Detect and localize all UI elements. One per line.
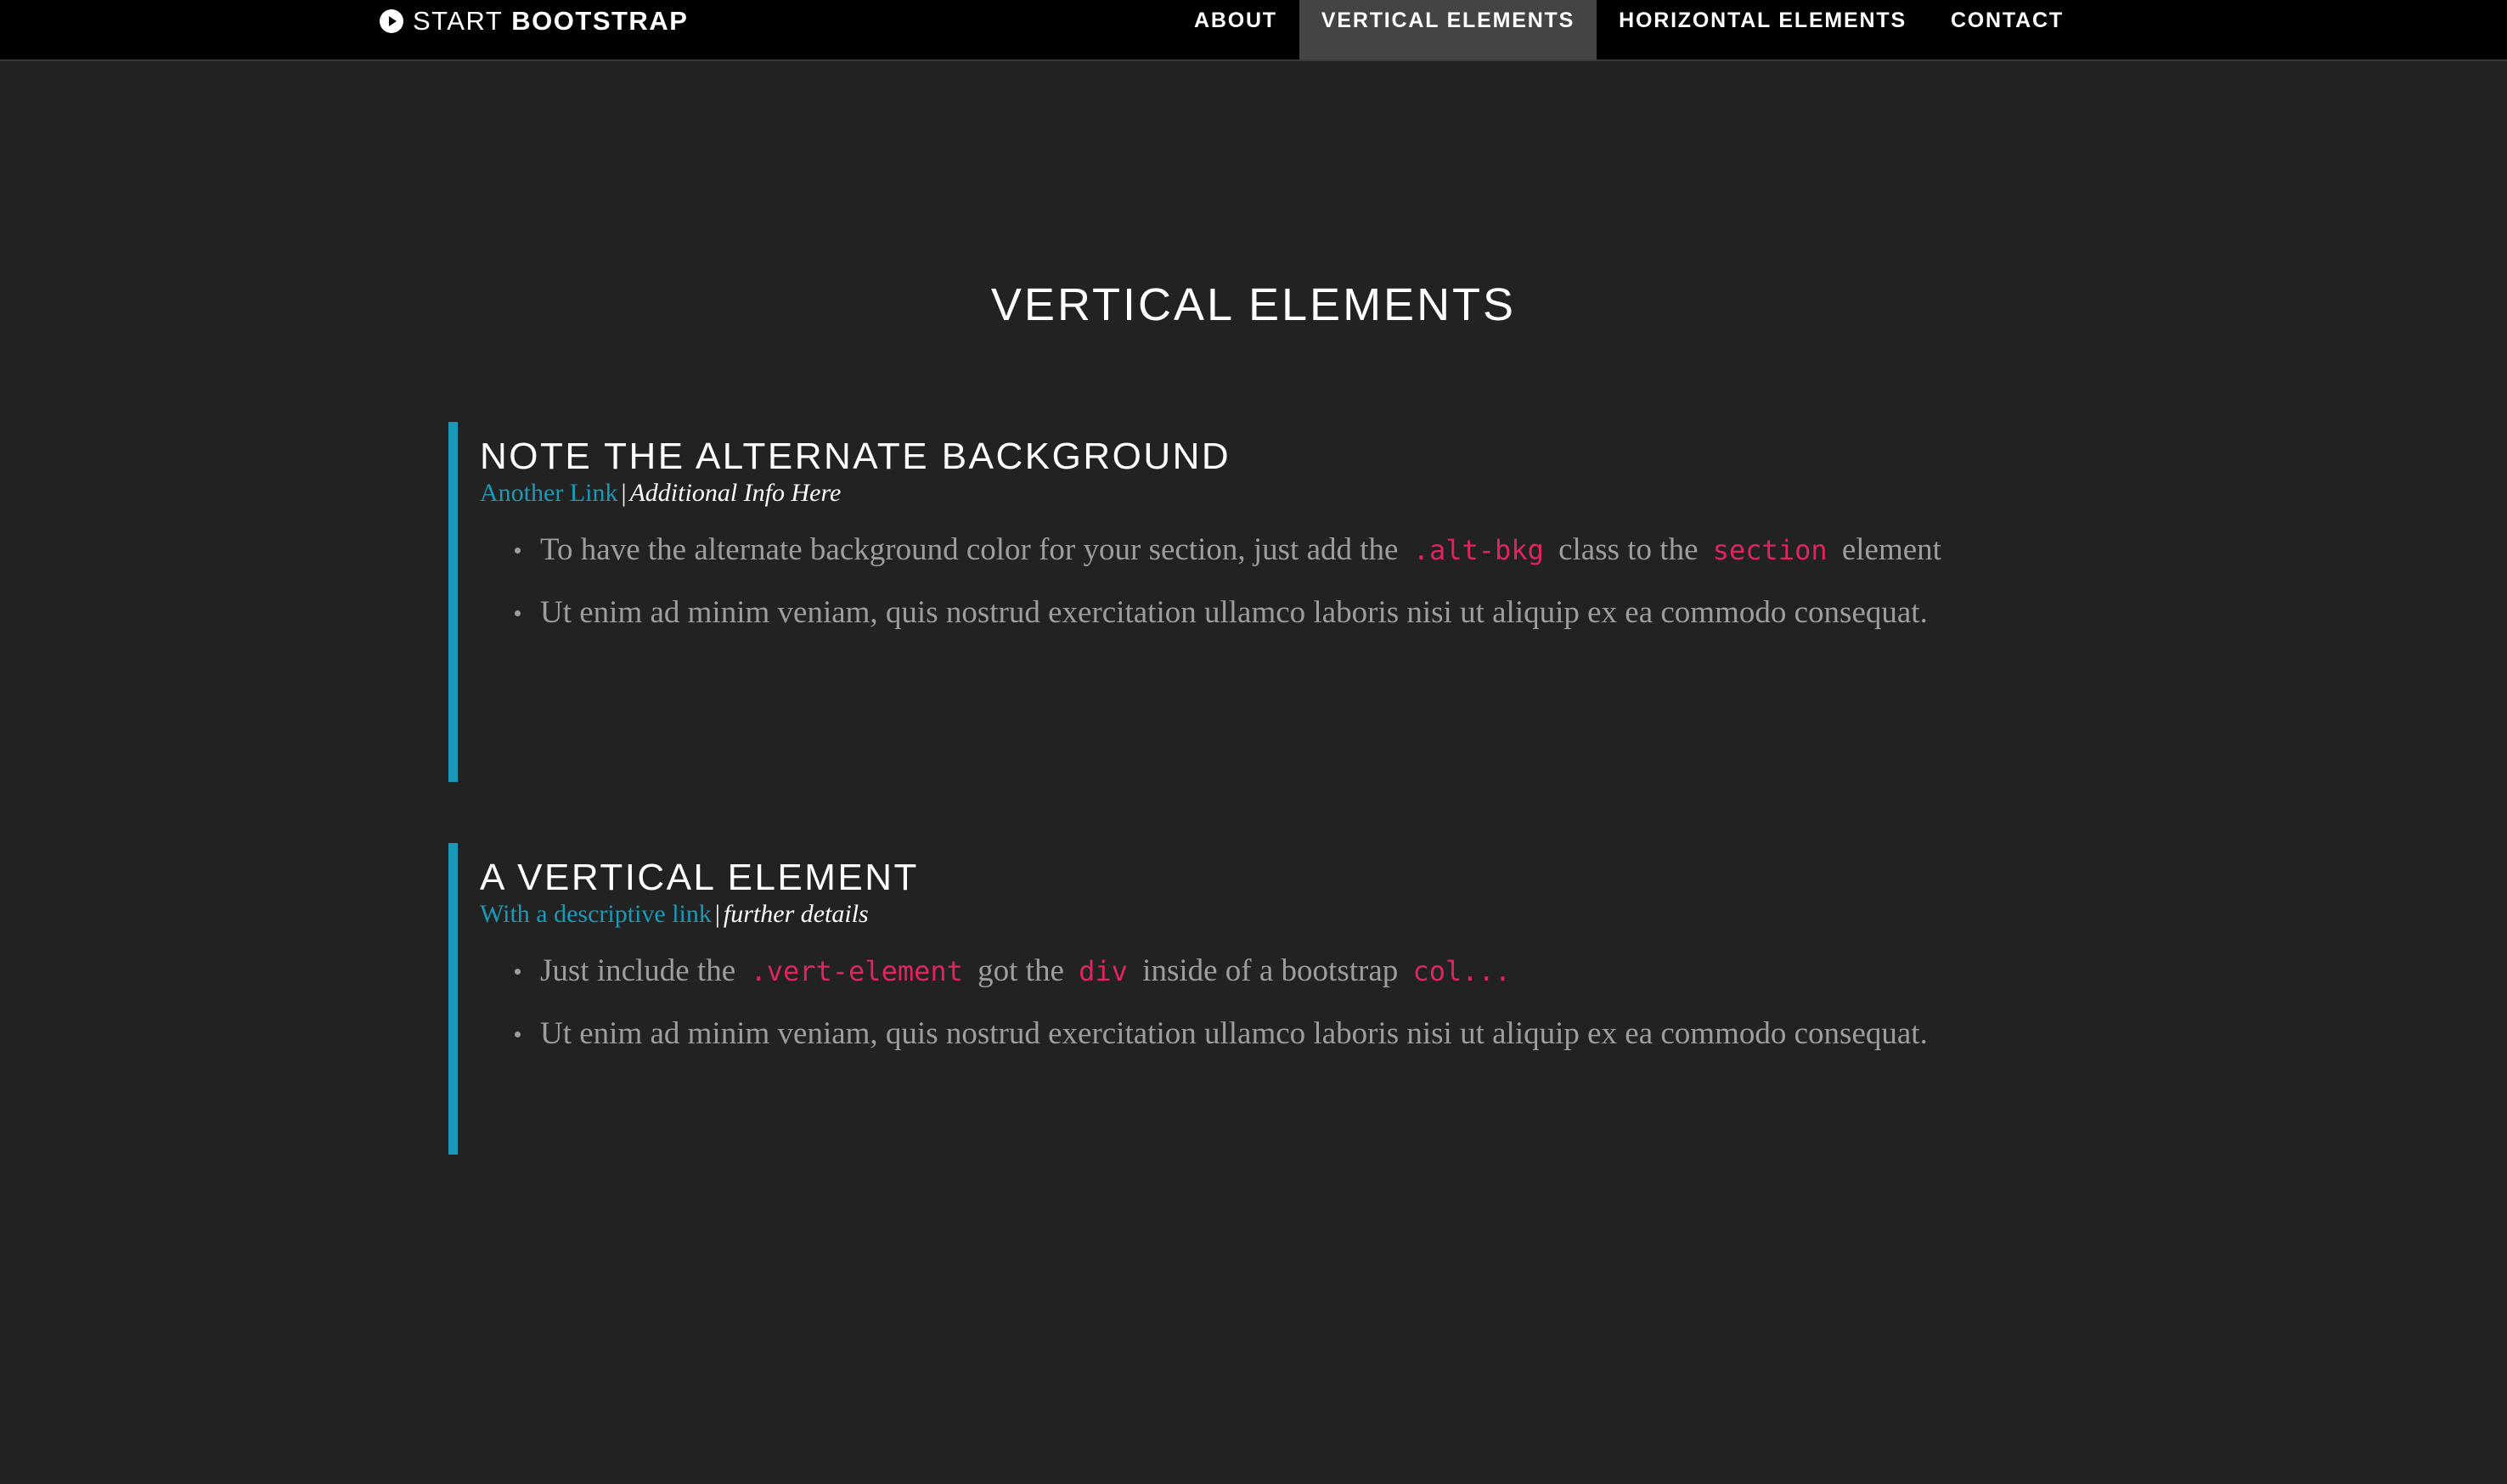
list-item: Ut enim ad minim veniam, quis nostrud ex… bbox=[515, 1009, 1950, 1058]
vertical-element-list: Just include the .vert-element got the d… bbox=[480, 947, 1994, 1058]
nav-menu: ABOUT VERTICAL ELEMENTS HORIZONTAL ELEME… bbox=[1172, 0, 2086, 59]
code-snippet: .alt-bkg bbox=[1412, 534, 1544, 566]
meta-separator: | bbox=[714, 900, 720, 928]
nav-item-about[interactable]: ABOUT bbox=[1172, 0, 1299, 59]
list-item-text: Ut enim ad minim veniam, quis nostrud ex… bbox=[540, 1016, 1928, 1051]
code-snippet: div bbox=[1079, 955, 1128, 987]
list-item-text: Just include the bbox=[540, 953, 744, 988]
list-item: Ut enim ad minim veniam, quis nostrud ex… bbox=[515, 588, 1950, 637]
nav-item-horizontal-elements[interactable]: HORIZONTAL ELEMENTS bbox=[1597, 0, 1929, 59]
brand-link[interactable]: START BOOTSTRAP bbox=[379, 0, 688, 42]
vertical-element-info: further details bbox=[723, 900, 869, 928]
nav-item-vertical-elements[interactable]: VERTICAL ELEMENTS bbox=[1299, 0, 1597, 59]
list-item: To have the alternate background color f… bbox=[515, 526, 1950, 575]
vertical-element: NOTE THE ALTERNATE BACKGROUND Another Li… bbox=[448, 422, 1994, 782]
section-title: VERTICAL ELEMENTS bbox=[990, 279, 1517, 330]
nav-item-label: HORIZONTAL ELEMENTS bbox=[1619, 8, 1907, 32]
vertical-element-title: A VERTICAL ELEMENT bbox=[480, 857, 919, 898]
brand-text-light: START bbox=[413, 6, 504, 36]
code-snippet: section bbox=[1712, 534, 1828, 566]
list-item-text: inside of a bootstrap bbox=[1134, 953, 1406, 988]
vertical-element-info: Additional Info Here bbox=[629, 479, 842, 507]
vertical-element-link[interactable]: With a descriptive link bbox=[480, 900, 712, 928]
nav-item-label: VERTICAL ELEMENTS bbox=[1321, 8, 1575, 32]
nav-item-label: CONTACT bbox=[1950, 8, 2064, 32]
list-item-text: To have the alternate background color f… bbox=[540, 532, 1406, 567]
list-item-text: element bbox=[1834, 532, 1941, 567]
vertical-element-meta: With a descriptive link | further details bbox=[480, 899, 1994, 930]
nav-item-label: ABOUT bbox=[1194, 8, 1277, 32]
list-item-text: Ut enim ad minim veniam, quis nostrud ex… bbox=[540, 595, 1928, 630]
list-item-text: class to the bbox=[1550, 532, 1706, 567]
meta-separator: | bbox=[621, 479, 627, 507]
list-item-text: got the bbox=[969, 953, 1073, 988]
vertical-element-title: NOTE THE ALTERNATE BACKGROUND bbox=[480, 436, 1231, 477]
navbar: START BOOTSTRAP ABOUT VERTICAL ELEMENTS … bbox=[0, 0, 2507, 61]
play-circle-icon bbox=[380, 9, 403, 33]
vertical-element-meta: Another Link | Additional Info Here bbox=[480, 478, 1994, 509]
code-snippet: col... bbox=[1412, 955, 1512, 987]
vertical-element-link[interactable]: Another Link bbox=[480, 479, 617, 507]
vertical-element: A VERTICAL ELEMENT With a descriptive li… bbox=[448, 843, 1994, 1155]
code-snippet: .vert-element bbox=[750, 955, 963, 987]
list-item: Just include the .vert-element got the d… bbox=[515, 947, 1950, 996]
nav-item-contact[interactable]: CONTACT bbox=[1929, 0, 2086, 59]
vertical-element-list: To have the alternate background color f… bbox=[480, 526, 1994, 637]
brand-text-bold: BOOTSTRAP bbox=[511, 6, 689, 36]
